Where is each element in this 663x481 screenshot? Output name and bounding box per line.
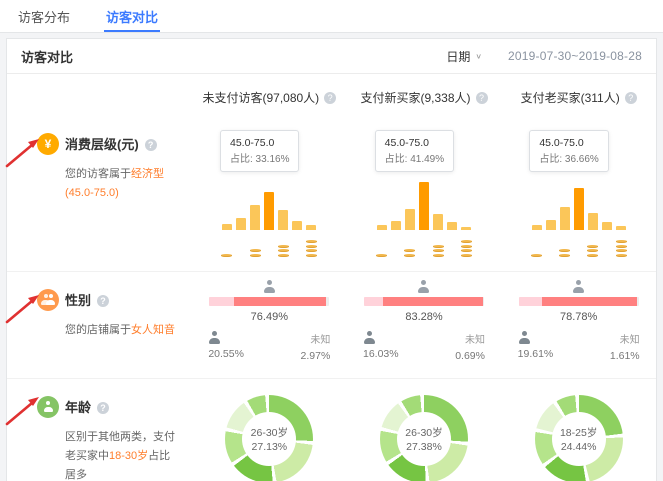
panel-title: 访客对比: [21, 47, 73, 66]
age-donut-chart: 26-30岁 27.13%: [225, 395, 313, 481]
male-percentage: 19.61%: [518, 348, 554, 360]
tab-visitor-compare[interactable]: 访客对比: [106, 0, 158, 32]
consumption-chart-unpaid: 45.0-75.0 占比: 33.16%: [192, 116, 347, 271]
donut-top-value: 27.13%: [252, 441, 288, 453]
date-range[interactable]: 2019-07-30~2019-08-28: [508, 49, 642, 63]
age-chart-new-buyers: 26-30岁 27.38%: [347, 379, 502, 481]
age-donut-chart: 18-25岁 24.44%: [535, 395, 623, 481]
column-header-old-buyers: 支付老买家(311人) ?: [501, 89, 656, 106]
unknown-label: 未知: [620, 331, 640, 346]
gender-chart-old-buyers: 78.78% 19.61% 未知 1.61%: [501, 272, 656, 378]
description-highlight: 18-30岁: [109, 450, 148, 462]
help-icon[interactable]: ?: [97, 295, 109, 307]
female-icon: [572, 280, 585, 293]
chevron-down-icon: ∨: [475, 52, 482, 61]
tooltip-range: 45.0-75.0: [385, 136, 444, 152]
date-dropdown[interactable]: 日期 ∨: [446, 48, 482, 65]
gender-stacked-bar: [364, 297, 484, 306]
male-percentage: 20.55%: [208, 348, 244, 360]
tooltip-ratio: 占比: 41.49%: [385, 152, 444, 167]
bar-tooltip: 45.0-75.0 占比: 41.49%: [375, 130, 454, 172]
row-title: 年龄: [65, 397, 91, 419]
male-icon: [518, 331, 531, 344]
tooltip-ratio: 占比: 36.66%: [539, 152, 598, 167]
donut-top-category: 26-30岁: [251, 425, 288, 440]
age-chart-unpaid: 26-30岁 27.13%: [192, 379, 347, 481]
age-chart-old-buyers: 18-25岁 24.44%: [501, 379, 656, 481]
gender-chart-unpaid: 76.49% 20.55% 未知 2.97%: [192, 272, 347, 378]
tooltip-ratio: 占比: 33.16%: [230, 152, 289, 167]
help-icon[interactable]: ?: [324, 92, 336, 104]
tooltip-range: 45.0-75.0: [539, 136, 598, 152]
help-icon[interactable]: ?: [625, 92, 637, 104]
unknown-label: 未知: [465, 331, 485, 346]
female-icon: [263, 280, 276, 293]
column-header-label: 支付新买家(9,338人): [360, 89, 470, 106]
gender-stacked-bar: [209, 297, 329, 306]
unknown-label: 未知: [310, 331, 330, 346]
tab-bar: 访客分布 访客对比: [0, 0, 663, 33]
male-icon: [363, 331, 376, 344]
row-description: 您的访客属于经济型(45.0-75.0): [65, 165, 181, 204]
help-icon[interactable]: ?: [145, 139, 157, 151]
people-icon: [37, 289, 59, 311]
row-description: 区别于其他两类，支付老买家中18-30岁占比居多: [65, 428, 181, 481]
female-icon: [417, 280, 430, 293]
row-title: 消费层级(元): [65, 134, 139, 156]
column-header-label: 未支付访客(97,080人): [202, 89, 319, 106]
yen-coin-icon: ¥: [37, 133, 59, 155]
row-age: 年龄 ? 区别于其他两类，支付老买家中18-30岁占比居多 26-30岁 27.…: [7, 378, 656, 481]
donut-top-category: 18-25岁: [560, 425, 597, 440]
coin-axis: [531, 237, 627, 257]
row-consumption-level: ¥ 消费层级(元) ? 您的访客属于经济型(45.0-75.0) 45.0-75…: [7, 116, 656, 271]
column-headers: 未支付访客(97,080人) ? 支付新买家(9,338人) ? 支付老买家(3…: [7, 74, 656, 116]
female-percentage: 78.78%: [516, 311, 642, 323]
consumption-chart-new-buyers: 45.0-75.0 占比: 41.49%: [347, 116, 502, 271]
unknown-percentage: 0.69%: [455, 350, 485, 362]
panel-header: 访客对比 日期 ∨ 2019-07-30~2019-08-28: [7, 39, 656, 74]
donut-top-value: 27.38%: [406, 441, 442, 453]
donut-top-value: 24.44%: [561, 441, 597, 453]
row-description: 您的店铺属于女人知音: [65, 321, 181, 340]
age-donut-chart: 26-30岁 27.38%: [380, 395, 468, 481]
bar-tooltip: 45.0-75.0 占比: 33.16%: [220, 130, 299, 172]
coin-axis: [376, 237, 472, 257]
female-percentage: 83.28%: [361, 311, 487, 323]
male-percentage: 16.03%: [363, 348, 399, 360]
unknown-percentage: 2.97%: [301, 350, 331, 362]
description-highlight: 女人知音: [131, 324, 175, 336]
male-icon: [208, 331, 221, 344]
consumption-bar-chart: [532, 180, 626, 230]
help-icon[interactable]: ?: [97, 402, 109, 414]
tooltip-range: 45.0-75.0: [230, 136, 289, 152]
female-percentage: 76.49%: [206, 311, 332, 323]
coin-axis: [221, 237, 317, 257]
column-header-new-buyers: 支付新买家(9,338人) ?: [347, 89, 502, 106]
row-title: 性别: [65, 290, 91, 312]
gender-stacked-bar: [519, 297, 639, 306]
person-icon: [37, 396, 59, 418]
column-header-unpaid-visitors: 未支付访客(97,080人) ?: [192, 89, 347, 106]
consumption-bar-chart: [377, 180, 471, 230]
gender-chart-new-buyers: 83.28% 16.03% 未知 0.69%: [347, 272, 502, 378]
help-icon[interactable]: ?: [476, 92, 488, 104]
row-gender: 性别 ? 您的店铺属于女人知音 76.49% 20.55% 未知: [7, 271, 656, 378]
unknown-percentage: 1.61%: [610, 350, 640, 362]
visitor-compare-panel: 访客对比 日期 ∨ 2019-07-30~2019-08-28 未支付访客(97…: [6, 38, 657, 481]
donut-top-category: 26-30岁: [405, 425, 442, 440]
tab-visitor-distribution[interactable]: 访客分布: [18, 0, 70, 32]
column-header-label: 支付老买家(311人): [521, 89, 620, 106]
consumption-chart-old-buyers: 45.0-75.0 占比: 36.66%: [501, 116, 656, 271]
date-dropdown-label: 日期: [446, 48, 470, 65]
bar-tooltip: 45.0-75.0 占比: 36.66%: [529, 130, 608, 172]
consumption-bar-chart: [222, 180, 316, 230]
